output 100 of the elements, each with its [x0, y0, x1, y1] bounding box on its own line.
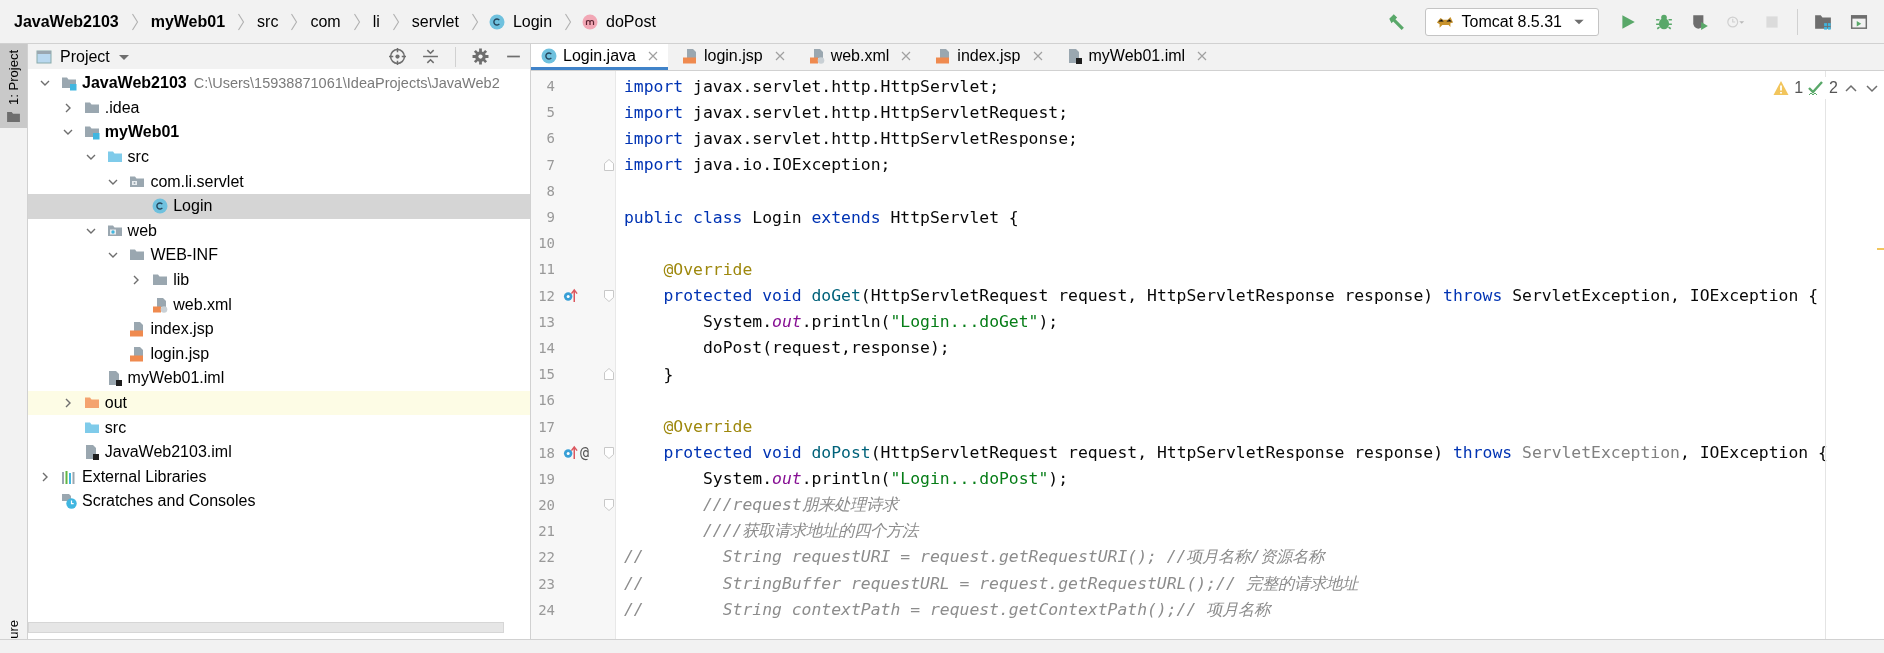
- tree-item[interactable]: src: [104, 418, 127, 437]
- line-number: 20: [537, 497, 555, 514]
- circle-c-icon: [152, 198, 169, 215]
- folder-badge-icon: [61, 75, 77, 92]
- line-number: 10: [537, 235, 555, 252]
- folder-grid-icon: [1814, 12, 1832, 31]
- editor-tab[interactable]: web.xml: [798, 44, 922, 70]
- tree-item[interactable]: src: [127, 148, 149, 167]
- structure-tool-tab[interactable]: ure: [0, 616, 27, 639]
- chevron-right-icon: [290, 11, 299, 32]
- folder-badge-icon: [83, 124, 100, 141]
- tree-item[interactable]: login.jsp: [150, 344, 210, 363]
- cat-icon: [1435, 14, 1454, 29]
- tree-item[interactable]: web.xml: [173, 295, 232, 314]
- code-line: import java.io.IOException;: [624, 155, 891, 175]
- editor-tab[interactable]: myWeb01.iml: [1056, 44, 1218, 70]
- code-line: // StringBuffer requestURL = request.getRequestURL();// 完整的请求地址: [624, 572, 1358, 595]
- line-number: 24: [537, 601, 555, 618]
- fold-marker-icon[interactable]: [604, 289, 614, 302]
- circle-c-icon: [488, 13, 505, 30]
- tree-item[interactable]: web: [127, 221, 157, 240]
- tree-item[interactable]: JavaWeb2103: [82, 74, 187, 93]
- tree-item[interactable]: .idea: [104, 98, 140, 117]
- tree-item[interactable]: WEB-INF: [150, 246, 218, 265]
- breadcrumb-item[interactable]: src: [255, 10, 281, 33]
- tree-item[interactable]: Login: [173, 197, 213, 216]
- breadcrumb-item[interactable]: doPost: [604, 10, 658, 33]
- code-line: import javax.servlet.http.HttpServletResponse;: [624, 128, 1078, 148]
- settings-icon[interactable]: [472, 48, 489, 65]
- warning-icon: [1773, 80, 1790, 96]
- code-line: import javax.servlet.http.HttpServlet;: [624, 76, 999, 96]
- code-line: }: [662, 364, 674, 384]
- breadcrumb-item[interactable]: JavaWeb2103: [12, 10, 121, 33]
- editor-tab[interactable]: index.jsp: [925, 44, 1053, 70]
- file-icon: [1066, 47, 1083, 64]
- tree-item[interactable]: index.jsp: [150, 320, 214, 339]
- line-number: 11: [537, 261, 555, 278]
- tree-item[interactable]: myWeb01.iml: [127, 369, 225, 388]
- line-number: 22: [537, 549, 555, 566]
- project-tool-tab[interactable]: 1: Project: [0, 44, 27, 128]
- line-number: 23: [537, 575, 555, 592]
- close-icon[interactable]: [774, 50, 785, 61]
- scrollbar[interactable]: [28, 622, 504, 633]
- code-line: doPost(request,response);: [701, 338, 950, 358]
- breadcrumb-item[interactable]: Login: [510, 10, 555, 33]
- breadcrumb-item[interactable]: com: [308, 10, 343, 33]
- fold-marker-icon[interactable]: [604, 446, 614, 459]
- tree-item[interactable]: External Libraries: [82, 467, 207, 486]
- tree-item[interactable]: out: [104, 394, 128, 412]
- tree-item[interactable]: JavaWeb2103.iml: [104, 443, 232, 462]
- close-icon[interactable]: [901, 50, 912, 61]
- code-line: // String requestURI = request.getRequestURI(); //项月名称/资源名称: [624, 546, 1325, 569]
- breadcrumb-item[interactable]: servlet: [409, 10, 461, 33]
- tree-item[interactable]: myWeb01: [104, 123, 180, 142]
- tree-item[interactable]: com.li.servlet: [150, 172, 244, 191]
- code-line: System.out.println("Login...doGet");: [701, 312, 1059, 332]
- line-number: 13: [537, 313, 555, 330]
- locate-icon[interactable]: [389, 48, 406, 65]
- fold-marker-icon[interactable]: [604, 158, 614, 171]
- collapse-all-icon[interactable]: [422, 48, 439, 65]
- file-icon: [152, 296, 169, 313]
- annotation-marker[interactable]: @: [580, 443, 590, 462]
- tree-item[interactable]: Scratches and Consoles: [82, 492, 256, 511]
- breadcrumb-item[interactable]: li: [370, 10, 382, 33]
- close-icon[interactable]: [647, 50, 658, 61]
- breadcrumb-item[interactable]: myWeb01: [148, 10, 228, 33]
- folder-icon: [7, 110, 20, 122]
- line-number: 15: [537, 366, 555, 383]
- check-icon: [1808, 80, 1825, 96]
- code-line: System.out.println("Login...doPost");: [701, 469, 1069, 489]
- line-number: 21: [537, 523, 555, 540]
- code-line: ///request朋来处理诗求: [701, 494, 898, 517]
- close-icon[interactable]: [1032, 50, 1043, 61]
- path-hint: C:\Users\15938871061\IdeaProjects\JavaWeb2: [193, 75, 500, 92]
- override-marker-icon[interactable]: [563, 445, 578, 461]
- override-marker-icon[interactable]: [563, 288, 578, 304]
- close-icon[interactable]: [1197, 50, 1208, 61]
- file-icon: [106, 370, 123, 387]
- tree-item[interactable]: lib: [173, 271, 190, 290]
- fold-marker-icon[interactable]: [604, 368, 614, 381]
- line-number: 8: [545, 182, 555, 199]
- editor-tab[interactable]: Login.java: [531, 44, 668, 70]
- file-icon: [935, 47, 952, 64]
- code-line: @Override: [662, 417, 753, 437]
- fold-marker-icon[interactable]: [604, 499, 614, 512]
- line-number: 14: [537, 339, 555, 356]
- code-line: import javax.servlet.http.HttpServletRequest;: [624, 102, 1069, 122]
- line-number: 18: [537, 444, 555, 461]
- circle-m-icon: [582, 13, 599, 30]
- scratch-file-icon: [61, 493, 77, 510]
- library-icon: [61, 468, 77, 485]
- editor-tab[interactable]: login.jsp: [671, 44, 795, 70]
- run-configuration-dropdown[interactable]: Tomcat 8.5.31: [1424, 7, 1599, 36]
- file-icon: [129, 345, 146, 362]
- chevron-right-icon: [564, 11, 573, 32]
- line-number: 16: [537, 392, 555, 409]
- line-number: 6: [545, 130, 555, 147]
- line-number: 5: [545, 104, 555, 121]
- line-number: 7: [545, 156, 555, 173]
- project-view-dropdown[interactable]: Project: [36, 47, 130, 66]
